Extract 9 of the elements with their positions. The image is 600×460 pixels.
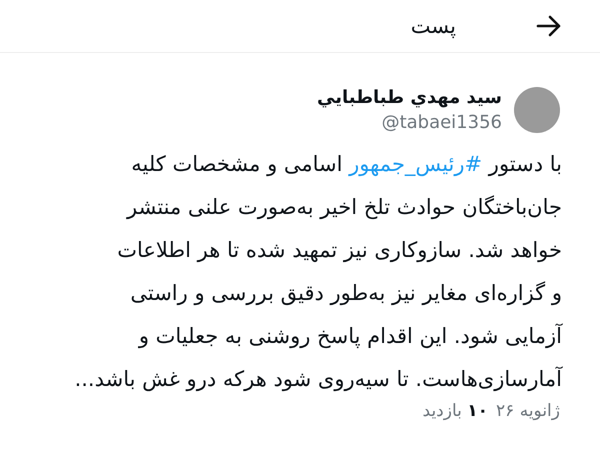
post-date: ژانویه ۲۶ (496, 401, 560, 421)
author-handle[interactable]: @tabaei1356 (317, 112, 502, 133)
hashtag-link[interactable]: #رئیس_جمهور (349, 152, 482, 176)
avatar[interactable] (514, 87, 560, 133)
post-text: با دستور #رئیس_جمهور اسامی و مشخصات کلیه جان‌باختگان حوادث تلخ اخیر به‌صورت علنی منتشر خواهد شد. سازوکاری نیز تمهید شده تا هر اطلاعات و گزاره‌ای مغایر نیز به‌طور دقیق بررسی و راستی آزمایی شود. این اقدام پاسخ روشنی به جعلیات و آمارسازی‌هاست. تا سیه‌روی شود هرکه درو غش باشد... (74, 151, 562, 394)
view-count: ۱۰ بازدید (422, 401, 488, 421)
author-name[interactable]: سيد مهدي طباطبايي (317, 87, 502, 108)
page-title: پست (410, 14, 456, 38)
back-arrow-icon[interactable] (536, 15, 562, 37)
